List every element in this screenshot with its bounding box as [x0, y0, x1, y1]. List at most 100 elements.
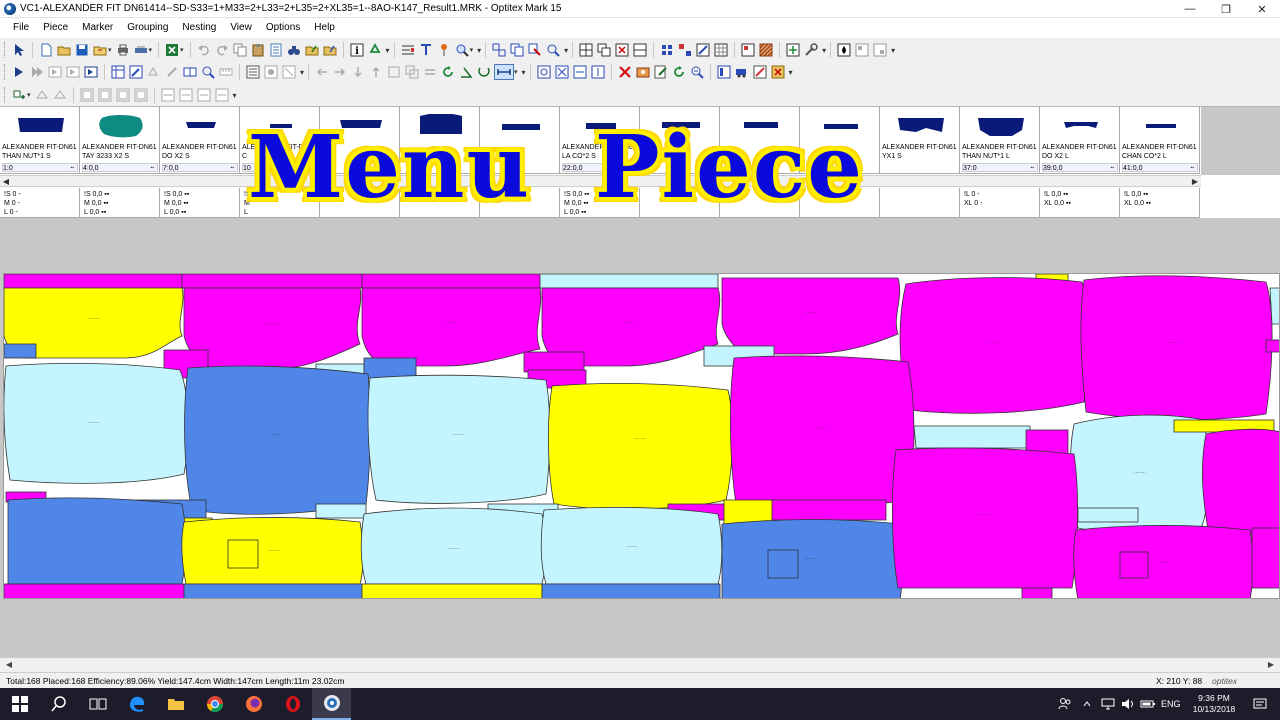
- step-next-icon[interactable]: [65, 64, 81, 80]
- nest-settings-icon[interactable]: [716, 64, 732, 80]
- piece-measure-icon[interactable]: [218, 64, 234, 80]
- select-arrow-icon[interactable]: [11, 42, 27, 58]
- move-down-icon[interactable]: [350, 64, 366, 80]
- copy-pieces-icon[interactable]: [509, 42, 525, 58]
- frame-7-icon[interactable]: [196, 87, 212, 103]
- new-file-icon[interactable]: [38, 42, 54, 58]
- piece-snap-icon[interactable]: [386, 64, 402, 80]
- group-edit-icon[interactable]: [695, 42, 711, 58]
- frame-3-icon[interactable]: [115, 87, 131, 103]
- zoom-icon[interactable]: [454, 42, 470, 58]
- excel-export-icon[interactable]: [164, 42, 180, 58]
- task-view-icon[interactable]: [78, 688, 117, 720]
- battery-icon[interactable]: [1138, 688, 1158, 720]
- size-quantity-box[interactable]: [880, 188, 960, 218]
- search-pieces-icon[interactable]: [545, 42, 561, 58]
- piece-tile[interactable]: ALEXANDER FIT-DN61 CHAN CO*2 L 41:0,0 ▪▪: [1120, 107, 1200, 174]
- marker-report-icon[interactable]: [752, 64, 768, 80]
- recycle-icon[interactable]: [367, 42, 383, 58]
- scroll-left-icon[interactable]: ◀: [2, 659, 16, 671]
- window-tile-icon[interactable]: [578, 42, 594, 58]
- play-icon[interactable]: [11, 64, 27, 80]
- piece-tile[interactable]: ALEXANDER FIT-DN61 THAN NUT*1 L 37:0 ▪▪: [960, 107, 1040, 174]
- refresh-icon[interactable]: [440, 64, 456, 80]
- piece-info-icon[interactable]: [263, 64, 279, 80]
- piece-flip-icon[interactable]: [182, 64, 198, 80]
- rotate-icon[interactable]: [476, 64, 492, 80]
- vehicle-icon[interactable]: [734, 64, 750, 80]
- edge-icon[interactable]: [117, 688, 156, 720]
- piece-rotate-icon[interactable]: [164, 64, 180, 80]
- binoculars-icon[interactable]: [286, 42, 302, 58]
- frame-8-icon[interactable]: [214, 87, 230, 103]
- list-view-icon[interactable]: [245, 64, 261, 80]
- toolbar-grip[interactable]: [4, 64, 7, 80]
- menu-marker[interactable]: Marker: [75, 18, 120, 38]
- menu-nesting[interactable]: Nesting: [175, 18, 223, 38]
- info-icon[interactable]: i: [349, 42, 365, 58]
- window-cascade-icon[interactable]: [596, 42, 612, 58]
- marker-zoom-icon[interactable]: [536, 64, 552, 80]
- notifications-icon[interactable]: [1248, 688, 1272, 720]
- reload-icon[interactable]: [671, 64, 687, 80]
- printer-settings-icon[interactable]: [635, 64, 651, 80]
- piece-swap-icon[interactable]: [422, 64, 438, 80]
- ink-drop-icon[interactable]: [836, 42, 852, 58]
- marker-work-area[interactable]: ········· ········· ········· ········· ···…: [0, 218, 1280, 658]
- language-indicator[interactable]: ENG: [1161, 688, 1181, 720]
- delete-icon[interactable]: [617, 64, 633, 80]
- marker-close-icon[interactable]: [770, 64, 786, 80]
- minimize-icon[interactable]: —: [1172, 0, 1208, 18]
- paste-icon[interactable]: [250, 42, 266, 58]
- zoom-out-icon[interactable]: [689, 64, 705, 80]
- move-up-icon[interactable]: [368, 64, 384, 80]
- marker-length-icon[interactable]: [590, 64, 606, 80]
- pattern-fill-icon[interactable]: [758, 42, 774, 58]
- optitex-app-icon[interactable]: [312, 688, 351, 720]
- size-quantity-box[interactable]: !S 0,0 ▪▪ M 0,0 ▪▪ L 0,0 ▪▪: [80, 188, 160, 218]
- piece-size-icon[interactable]: [281, 64, 297, 80]
- piece-tile[interactable]: ALEXANDER FIT-DN61 TAY 3233 X2 S 4:0,0 ▪▪: [80, 107, 160, 174]
- scroll-right-icon[interactable]: ▶: [1189, 176, 1201, 187]
- people-icon[interactable]: [1054, 688, 1076, 720]
- toolbar-grip[interactable]: [4, 87, 7, 103]
- marker-fit-icon[interactable]: [554, 64, 570, 80]
- measure-tool-icon[interactable]: [494, 64, 515, 80]
- tray-chevron-icon[interactable]: [1078, 688, 1096, 720]
- marker-copy-icon[interactable]: [146, 64, 162, 80]
- scroll-left-icon[interactable]: ◀: [0, 176, 12, 187]
- menu-view[interactable]: View: [223, 18, 259, 38]
- piece-tile[interactable]: ALEXANDER FIT-DN61 DO X2 L 39:0,0 ▪▪: [1040, 107, 1120, 174]
- play-all-icon[interactable]: [29, 64, 45, 80]
- close-icon[interactable]: ✕: [1244, 0, 1280, 18]
- marker-width-icon[interactable]: [572, 64, 588, 80]
- volume-icon[interactable]: [1118, 688, 1138, 720]
- open-marker-icon[interactable]: [92, 42, 108, 58]
- piece-search-icon[interactable]: [200, 64, 216, 80]
- menu-options[interactable]: Options: [259, 18, 307, 38]
- step-icon[interactable]: [47, 64, 63, 80]
- size-quantity-box[interactable]: !L 0,0 ▪▪ XL 0,0 ▪▪: [1040, 188, 1120, 218]
- menu-help[interactable]: Help: [307, 18, 342, 38]
- marker-layout[interactable]: ········· ········· ········· ········· ···…: [4, 274, 1280, 599]
- import-icon[interactable]: [322, 42, 338, 58]
- marker-hscrollbar[interactable]: ◀ ▶: [0, 657, 1280, 671]
- frame-6-icon[interactable]: [178, 87, 194, 103]
- angle-icon[interactable]: [458, 64, 474, 80]
- menu-file[interactable]: File: [6, 18, 36, 38]
- clock[interactable]: 9:36 PM 10/13/2018: [1188, 693, 1240, 715]
- scroll-right-icon[interactable]: ▶: [1264, 659, 1278, 671]
- open-folder-icon[interactable]: [56, 42, 72, 58]
- properties-icon[interactable]: [268, 42, 284, 58]
- run-nest-icon[interactable]: [83, 64, 99, 80]
- marker-edit-icon[interactable]: [128, 64, 144, 80]
- nest-pieces-icon[interactable]: [491, 42, 507, 58]
- tools-icon[interactable]: [803, 42, 819, 58]
- piece-tile[interactable]: ALEXANDER FIT-DN61 THAN NUT*1 S 1:0 ▪▪: [0, 107, 80, 174]
- restore-icon[interactable]: ❐: [1208, 0, 1244, 18]
- align-icon[interactable]: [400, 42, 416, 58]
- remove-pieces-icon[interactable]: [527, 42, 543, 58]
- ungroup-icon[interactable]: [677, 42, 693, 58]
- frame-5-icon[interactable]: [160, 87, 176, 103]
- size-quantity-box[interactable]: !S 0 - M 0 - L 0 -: [0, 188, 80, 218]
